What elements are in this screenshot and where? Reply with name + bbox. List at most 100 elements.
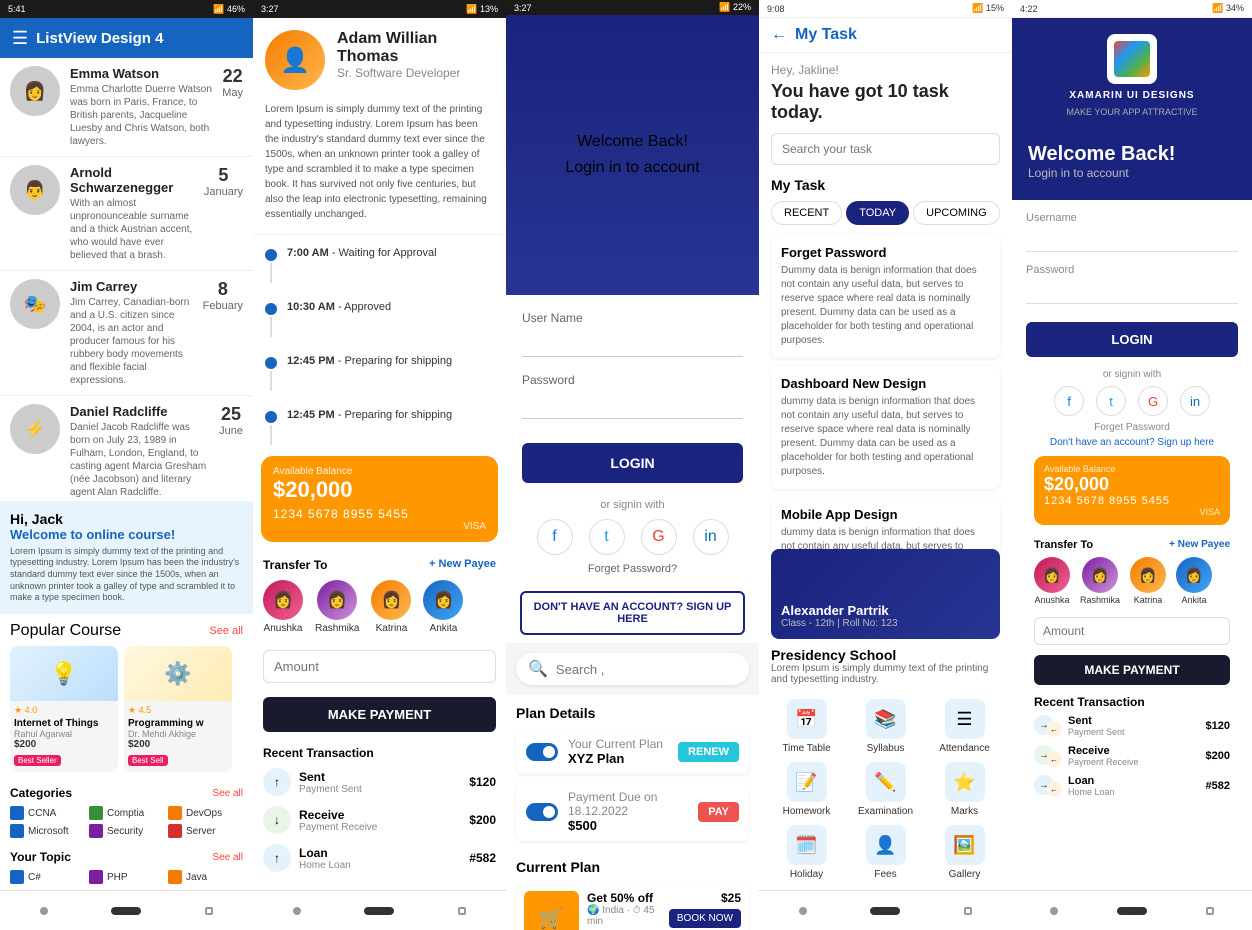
login-button[interactable]: LOGIN [522,443,743,483]
list-item-2[interactable]: 🎭 Jim Carrey Jim Carrey, Canadian-born a… [0,271,253,396]
search-task-input[interactable] [771,133,1000,165]
list-item-3[interactable]: ⚡ Daniel Radcliffe Daniel Jacob Radcliff… [0,396,253,501]
p5-twitter-icon[interactable]: t [1096,386,1126,416]
profile-title: Sr. Software Developer [337,66,494,80]
p5-payee-rashmika[interactable]: 👩 Rashmika [1080,557,1120,605]
back-arrow-icon[interactable]: ← [771,26,787,44]
p5-login-button[interactable]: LOGIN [1026,322,1238,357]
topic-php[interactable]: PHP [89,870,164,884]
cat-comptia[interactable]: Comptia [89,806,164,820]
icon-attendance[interactable]: ☰ Attendance [929,699,1000,754]
plan-toggle-xyz[interactable] [526,743,558,761]
p5-trans-icons-sent: → ← [1034,715,1062,737]
panel4-nav-menu[interactable] [799,907,807,915]
offer-img-50off: 🛒 [524,891,579,930]
plan-toggle-payment[interactable] [526,803,558,821]
panel4-nav-back[interactable] [964,907,972,915]
list-item-0[interactable]: 👩 Emma Watson Emma Charlotte Duerre Wats… [0,58,253,157]
nav-home[interactable] [111,907,141,915]
password-input[interactable] [522,391,743,419]
course-card-prog[interactable]: ⚙️ ★ 4.5 Programming w Dr. Mehdi Akhige … [124,646,232,772]
twitter-icon[interactable]: t [589,519,625,555]
username-input[interactable] [522,329,743,357]
p5-transfer-section: Transfer To + New Payee 👩 Anushka 👩 Rash… [1026,533,1238,611]
trans-info-loan: Loan Home Loan [299,846,351,871]
p5-payee-anushka[interactable]: 👩 Anushka [1034,557,1070,605]
tab-today[interactable]: TODAY [846,201,909,225]
panel5-nav-home[interactable] [1117,907,1147,915]
panel2-battery: 📶 13% [466,4,498,15]
tab-upcoming[interactable]: UPCOMING [913,201,1000,225]
panel5-nav-back[interactable] [1206,907,1214,915]
icon-gallery[interactable]: 🖼️ Gallery [929,825,1000,880]
popular-see-all[interactable]: See all [209,625,243,637]
social-icons: f t G in [522,519,743,555]
p5-trans-icons-receive: → ← [1034,745,1062,767]
hamburger-icon[interactable]: ☰ [12,28,28,49]
p5-linkedin-icon[interactable]: in [1180,386,1210,416]
topic-see-all[interactable]: See all [212,852,243,863]
p5-payee-katrina[interactable]: 👩 Katrina [1130,557,1166,605]
p5-make-payment-button[interactable]: MAKE PAYMENT [1034,655,1230,685]
new-payee-btn[interactable]: + New Payee [429,558,496,572]
cat-security[interactable]: Security [89,824,164,838]
cat-icon-ccna [10,806,24,820]
p5-google-icon[interactable]: G [1138,386,1168,416]
payee-anushka[interactable]: 👩 Anushka [263,580,303,634]
p5-payee-ankita[interactable]: 👩 Ankita [1176,557,1212,605]
nav-dot-1[interactable] [40,907,48,915]
timetable-icon: 📅 [787,699,827,739]
forget-password-link[interactable]: Forget Password? [522,563,743,575]
tab-recent[interactable]: RECENT [771,201,842,225]
p5-forget-password[interactable]: Forget Password [1026,422,1238,433]
linkedin-icon[interactable]: in [693,519,729,555]
signup-button[interactable]: DON'T HAVE AN ACCOUNT? SIGN UP HERE [520,591,745,635]
greeting-text: Hey, Jakline! [771,63,1000,77]
categories-see-all[interactable]: See all [212,788,243,799]
list-item-1[interactable]: 👨 Arnold Schwarzenegger With an almost u… [0,157,253,271]
panel4-nav-home[interactable] [870,907,900,915]
icon-holiday[interactable]: 🗓️ Holiday [771,825,842,880]
p5-amount-input[interactable] [1034,617,1230,645]
p5-new-payee-btn[interactable]: + New Payee [1169,539,1230,551]
plan-pay-btn[interactable]: PAY [698,802,739,822]
amount-input[interactable] [263,650,496,683]
search-input[interactable] [556,662,737,677]
panel2-nav-menu[interactable] [293,907,301,915]
nav-back[interactable] [205,907,213,915]
panel2-nav-home[interactable] [364,907,394,915]
icon-homework[interactable]: 📝 Homework [771,762,842,817]
book-now-btn-50off[interactable]: BOOK NOW [669,909,741,928]
make-payment-button[interactable]: MAKE PAYMENT [263,697,496,732]
payee-ankita[interactable]: 👩 Ankita [423,580,463,634]
task-card-desc-2: dummy data is benign information that do… [781,526,990,549]
topic-java[interactable]: Java [168,870,243,884]
topic-csharp[interactable]: C# [10,870,85,884]
icon-marks[interactable]: ⭐ Marks [929,762,1000,817]
cat-ccna[interactable]: CCNA [10,806,85,820]
panel2-nav-back[interactable] [458,907,466,915]
google-icon[interactable]: G [641,519,677,555]
payee-rashmika[interactable]: 👩 Rashmika [315,580,359,634]
plan-details-title: Plan Details [516,705,749,721]
course-card-iot[interactable]: 💡 ★ 4.0 Internet of Things Rahul Agarwal… [10,646,118,772]
p5-username-input[interactable] [1026,227,1238,252]
icon-examination[interactable]: ✏️ Examination [850,762,921,817]
payee-katrina[interactable]: 👩 Katrina [371,580,411,634]
bank-number: 1234 5678 8955 5455 [273,507,486,521]
p5-facebook-icon[interactable]: f [1054,386,1084,416]
p5-password-input[interactable] [1026,279,1238,304]
p5-payee-name-rashmika: Rashmika [1080,595,1120,605]
profile-info: Adam Willian Thomas Sr. Software Develop… [337,30,494,80]
trans-left-loan: ↑ Loan Home Loan [263,844,351,872]
cat-devops[interactable]: DevOps [168,806,243,820]
cat-icon-security [89,824,103,838]
cat-server[interactable]: Server [168,824,243,838]
icon-timetable[interactable]: 📅 Time Table [771,699,842,754]
icon-fees[interactable]: 👤 Fees [850,825,921,880]
plan-renew-btn[interactable]: RENEW [678,742,739,762]
panel5-nav-menu[interactable] [1050,907,1058,915]
cat-microsoft[interactable]: Microsoft [10,824,85,838]
icon-syllabus[interactable]: 📚 Syllabus [850,699,921,754]
facebook-icon[interactable]: f [537,519,573,555]
